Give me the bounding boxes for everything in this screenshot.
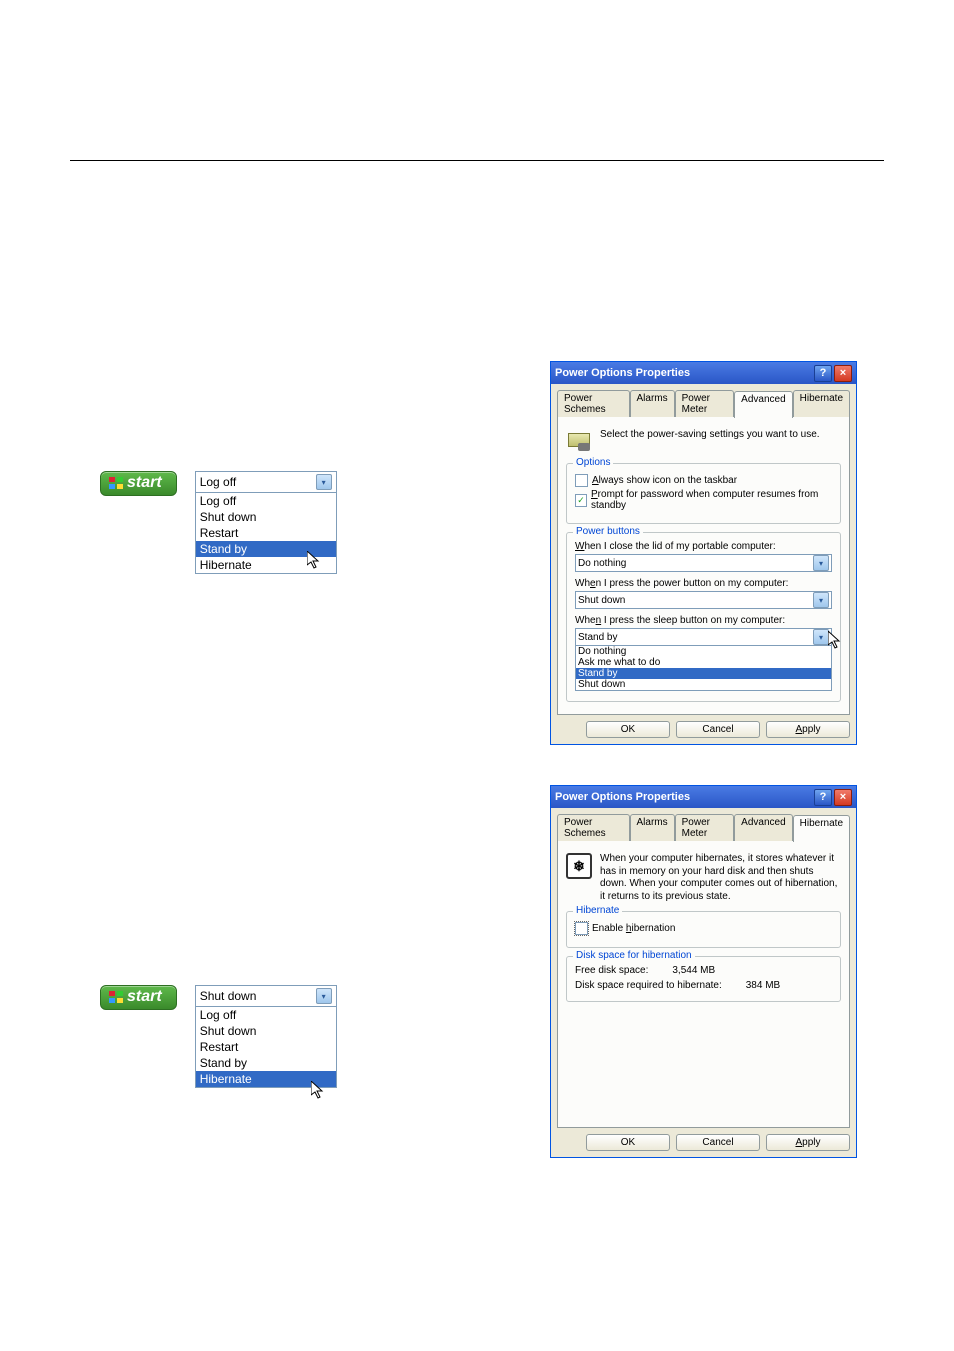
- power-options-dialog-hibernate: Power Options Properties ? × Power Schem…: [550, 785, 857, 1158]
- dialog-description: When your computer hibernates, it stores…: [600, 853, 841, 903]
- checkbox-label: Prompt for password when computer resume…: [591, 489, 832, 511]
- power-button-value: Shut down: [578, 595, 625, 606]
- disk-space-group: Disk space for hibernation Free disk spa…: [566, 956, 841, 1002]
- dropdown-item[interactable]: Shut down: [196, 1023, 336, 1039]
- hibernate-group: Hibernate Enable hibernation: [566, 911, 841, 948]
- battery-plug-icon: [566, 429, 592, 455]
- dropdown-item[interactable]: Shut down: [196, 509, 336, 525]
- power-buttons-legend: Power buttons: [573, 526, 643, 537]
- select-option[interactable]: Shut down: [576, 679, 831, 690]
- tab-power-schemes[interactable]: Power Schemes: [557, 390, 630, 417]
- chevron-down-icon[interactable]: ▾: [813, 555, 829, 571]
- dropdown-item[interactable]: Restart: [196, 525, 336, 541]
- dropdown-item[interactable]: Hibernate: [196, 557, 336, 573]
- titlebar: Power Options Properties ? ×: [551, 786, 856, 808]
- dialog-title: Power Options Properties: [555, 791, 690, 803]
- tab-power-meter[interactable]: Power Meter: [675, 390, 735, 417]
- tab-power-meter[interactable]: Power Meter: [675, 814, 735, 841]
- dropdown-item[interactable]: Hibernate: [196, 1071, 336, 1087]
- start-label: start: [127, 988, 162, 1006]
- sleep-button-select[interactable]: Stand by ▾: [575, 628, 832, 646]
- ok-button[interactable]: OK: [586, 721, 670, 738]
- dropdown-item[interactable]: Log off: [196, 493, 336, 509]
- dropdown-selected-value: Shut down: [200, 989, 257, 1003]
- dropdown-item[interactable]: Stand by: [196, 1055, 336, 1071]
- help-icon[interactable]: ?: [814, 789, 832, 806]
- close-icon[interactable]: ×: [834, 365, 852, 382]
- start-button[interactable]: start: [100, 985, 177, 1010]
- apply-button[interactable]: Apply: [766, 721, 850, 738]
- power-button-select[interactable]: Shut down ▾: [575, 591, 832, 609]
- shutdown-dropdown[interactable]: Shut down ▾ Log off Shut down Restart St…: [195, 985, 337, 1088]
- lid-label: When I close the lid of my portable comp…: [575, 541, 832, 552]
- chevron-down-icon[interactable]: ▾: [813, 629, 829, 645]
- chevron-down-icon[interactable]: ▾: [813, 592, 829, 608]
- tab-advanced[interactable]: Advanced: [734, 814, 792, 841]
- dropdown-item[interactable]: Stand by: [196, 541, 336, 557]
- dialog-title: Power Options Properties: [555, 367, 690, 379]
- tab-strip: Power Schemes Alarms Power Meter Advance…: [557, 390, 850, 417]
- required-disk-value: 384 MB: [746, 980, 780, 991]
- cancel-button[interactable]: Cancel: [676, 721, 760, 738]
- free-disk-label: Free disk space:: [575, 965, 648, 976]
- tab-strip: Power Schemes Alarms Power Meter Advance…: [557, 814, 850, 841]
- ok-button[interactable]: OK: [586, 1134, 670, 1151]
- close-icon[interactable]: ×: [834, 789, 852, 806]
- checkbox-enable-hibernation[interactable]: [575, 922, 588, 935]
- select-option[interactable]: Do nothing: [576, 646, 831, 657]
- checkbox-label: Enable hibernation: [592, 923, 675, 934]
- free-disk-value: 3,544 MB: [672, 965, 715, 976]
- tab-alarms[interactable]: Alarms: [630, 390, 675, 417]
- chevron-down-icon[interactable]: ▾: [316, 474, 332, 490]
- cancel-button[interactable]: Cancel: [676, 1134, 760, 1151]
- chevron-down-icon[interactable]: ▾: [316, 988, 332, 1004]
- tab-alarms[interactable]: Alarms: [630, 814, 675, 841]
- sleep-button-options: Do nothing Ask me what to do Stand by Sh…: [575, 646, 832, 691]
- power-options-dialog-advanced: Power Options Properties ? × Power Schem…: [550, 361, 857, 745]
- required-disk-label: Disk space required to hibernate:: [575, 980, 722, 991]
- power-button-label: When I press the power button on my comp…: [575, 578, 832, 589]
- checkbox-taskbar-icon[interactable]: [575, 474, 588, 487]
- tab-power-schemes[interactable]: Power Schemes: [557, 814, 630, 841]
- checkbox-label: Always show icon on the taskbar: [592, 475, 737, 486]
- apply-button[interactable]: Apply: [766, 1134, 850, 1151]
- start-button[interactable]: start: [100, 471, 177, 496]
- shutdown-dropdown[interactable]: Log off ▾ Log off Shut down Restart Stan…: [195, 471, 337, 574]
- titlebar: Power Options Properties ? ×: [551, 362, 856, 384]
- tab-hibernate[interactable]: Hibernate: [793, 815, 850, 842]
- sleep-button-label: When I press the sleep button on my comp…: [575, 615, 832, 626]
- hibernate-legend: Hibernate: [573, 905, 622, 916]
- options-group: Options Always show icon on the taskbar …: [566, 463, 841, 524]
- checkbox-password[interactable]: ✓: [575, 494, 587, 507]
- dialog-description: Select the power-saving settings you wan…: [600, 429, 820, 440]
- lid-select[interactable]: Do nothing ▾: [575, 554, 832, 572]
- dropdown-selected-value: Log off: [200, 475, 236, 489]
- select-option[interactable]: Ask me what to do: [576, 657, 831, 668]
- tab-advanced[interactable]: Advanced: [734, 391, 792, 418]
- header-rule: [70, 160, 884, 161]
- disk-space-legend: Disk space for hibernation: [573, 950, 695, 961]
- lid-value: Do nothing: [578, 558, 626, 569]
- dropdown-item[interactable]: Restart: [196, 1039, 336, 1055]
- help-icon[interactable]: ?: [814, 365, 832, 382]
- dropdown-item[interactable]: Log off: [196, 1007, 336, 1023]
- select-option[interactable]: Stand by: [576, 668, 831, 679]
- tab-hibernate[interactable]: Hibernate: [793, 390, 850, 417]
- options-legend: Options: [573, 457, 613, 468]
- power-buttons-group: Power buttons When I close the lid of my…: [566, 532, 841, 702]
- hibernate-monitor-icon: ❄: [566, 853, 592, 879]
- start-label: start: [127, 474, 162, 492]
- sleep-button-value: Stand by: [578, 632, 617, 643]
- windows-flag-icon: [109, 991, 123, 1003]
- windows-flag-icon: [109, 477, 123, 489]
